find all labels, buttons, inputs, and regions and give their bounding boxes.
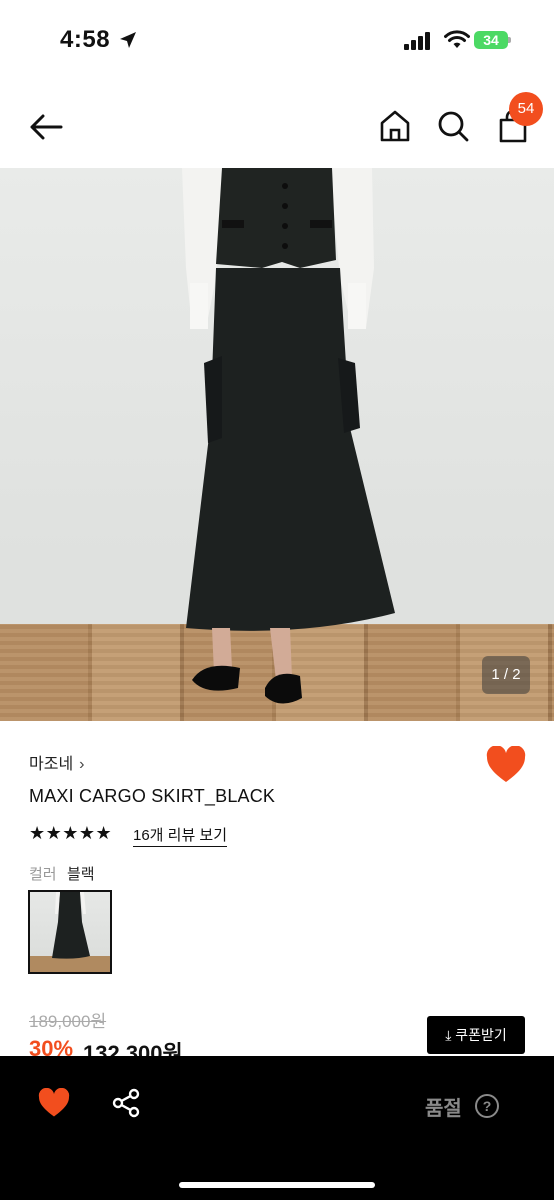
brand-link[interactable]: 마조네 › <box>29 750 85 774</box>
model-figure <box>182 168 395 704</box>
chevron-right-icon: › <box>79 756 85 773</box>
top-navigation: 54 <box>0 90 554 166</box>
image-counter: 1 / 2 <box>482 656 530 694</box>
color-value: 블랙 <box>67 866 95 883</box>
reviews-link[interactable]: 16개 리뷰 보기 <box>133 824 228 847</box>
like-heart-icon[interactable] <box>486 746 526 784</box>
battery-indicator: 34 <box>474 31 508 49</box>
status-time: 4:58 <box>60 26 111 53</box>
status-bar: 4:58 34 <box>0 0 554 80</box>
swatch-figure <box>52 892 90 959</box>
color-swatch-thumbnail[interactable] <box>28 890 112 974</box>
product-title: MAXI CARGO SKIRT_BLACK <box>29 786 276 806</box>
heart-icon[interactable] <box>38 1088 70 1118</box>
home-indicator <box>179 1182 375 1188</box>
wifi-icon <box>444 30 470 48</box>
help-icon[interactable]: ? <box>475 1094 499 1118</box>
home-icon[interactable] <box>378 108 412 144</box>
rating-stars: ★★★★★ <box>29 823 113 843</box>
share-icon[interactable] <box>111 1088 141 1118</box>
location-arrow-icon <box>120 32 136 48</box>
product-image[interactable]: 1 / 2 <box>0 168 554 721</box>
soldout-label: 품절 <box>425 1098 462 1120</box>
color-label: 컬러 <box>29 866 57 883</box>
bottom-action-bar: 품절 ? <box>0 1056 554 1200</box>
back-arrow-icon[interactable] <box>28 112 64 142</box>
get-coupon-button[interactable]: ⤓ 쿠폰받기 <box>427 1016 525 1054</box>
cart-count-badge: 54 <box>509 92 543 126</box>
search-icon[interactable] <box>436 108 470 144</box>
battery-cap <box>508 37 511 43</box>
original-price: 189,000원 <box>29 1012 107 1031</box>
cellular-signal-icon <box>404 32 430 50</box>
brand-name: 마조네 <box>29 756 74 773</box>
